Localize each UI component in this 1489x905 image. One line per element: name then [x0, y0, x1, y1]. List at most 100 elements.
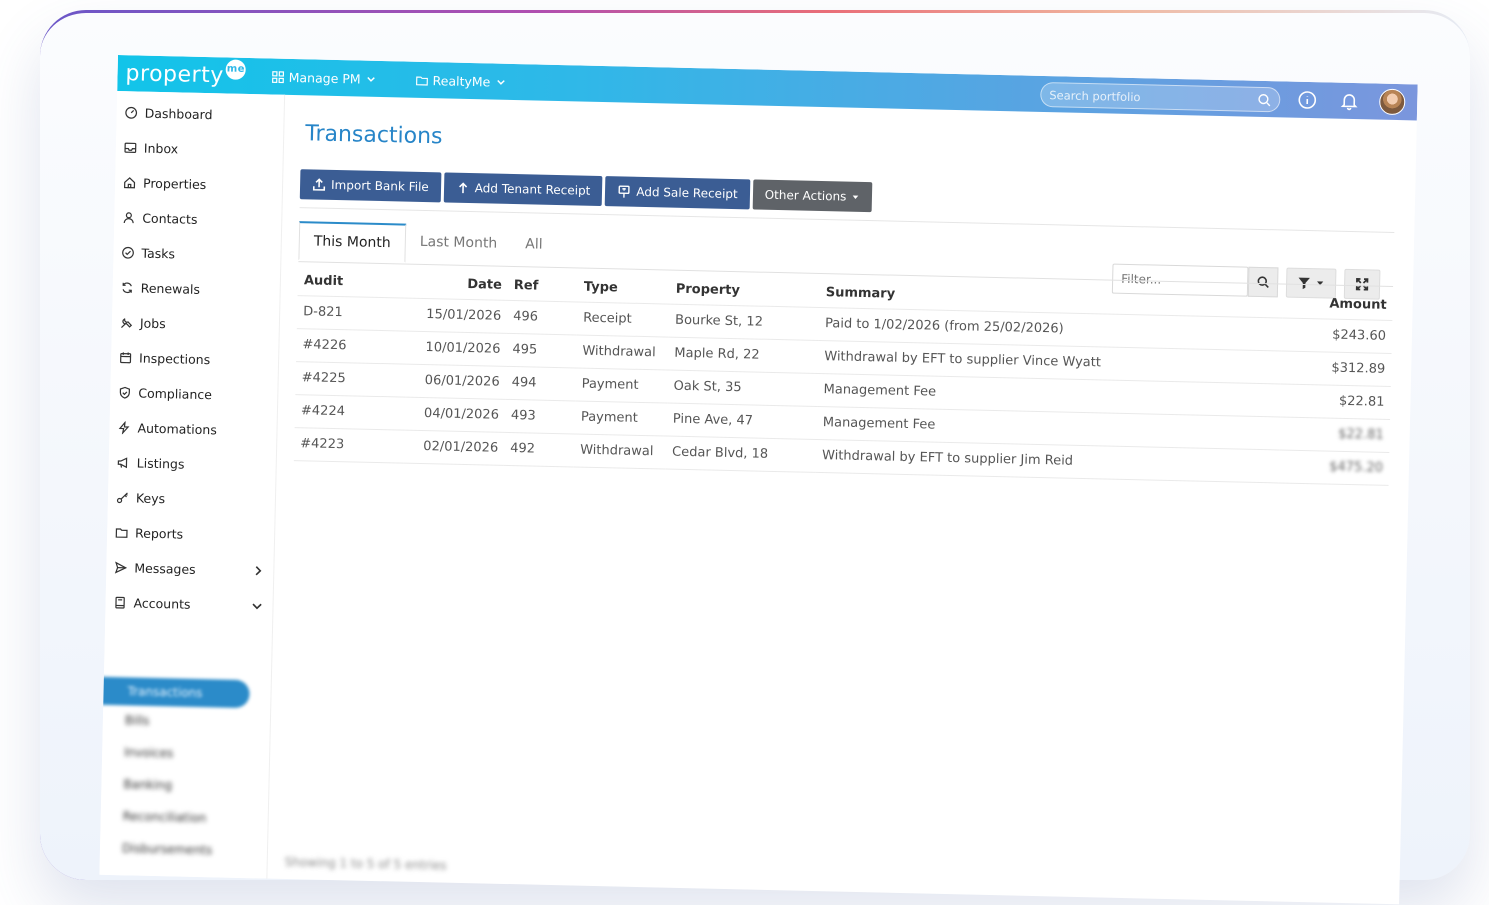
sidebar-item-compliance[interactable]: Compliance [118, 385, 268, 403]
column-header-amount[interactable]: Amount [1282, 289, 1393, 319]
shield-check-icon [119, 386, 131, 399]
other-actions-button[interactable]: Other Actions [752, 179, 873, 213]
person-icon [123, 212, 134, 224]
property-cell[interactable]: Pine Ave, 47 [666, 402, 818, 439]
import-bank-file-label: Import Bank File [330, 177, 429, 195]
sidebar-item-label: Tasks [141, 245, 176, 262]
type-cell: Payment [575, 367, 669, 403]
type-cell: Receipt [576, 301, 670, 337]
ref-cell: 496 [506, 299, 578, 335]
chevron-down-icon [252, 603, 262, 610]
date-cell: 15/01/2026 [406, 297, 508, 333]
sidebar-subitem-invoices[interactable]: Invoices [124, 745, 173, 760]
add-tenant-receipt-button[interactable]: Add Tenant Receipt [443, 172, 603, 207]
tab-this-month[interactable]: This Month [298, 221, 407, 263]
home-icon [123, 177, 136, 189]
sidebar-item-inbox[interactable]: Inbox [124, 140, 274, 158]
table-footer-info: Showing 1 to 5 of 5 entries [284, 854, 447, 873]
app-logo[interactable]: property me [125, 59, 247, 89]
type-cell: Withdrawal [573, 433, 667, 469]
sidebar-item-inspections[interactable]: Inspections [119, 350, 269, 368]
sidebar-item-label: Properties [142, 175, 207, 193]
sidebar-item-label: Jobs [139, 315, 166, 332]
sidebar-item-accounts[interactable]: Accounts [113, 595, 263, 613]
logo-badge: me [225, 59, 247, 80]
sidebar-item-renewals[interactable]: Renewals [121, 280, 271, 298]
column-header-type[interactable]: Type [578, 273, 671, 303]
refresh-icon [122, 282, 132, 294]
megaphone-icon [117, 457, 128, 469]
type-cell: Withdrawal [576, 334, 669, 370]
tab-last-month[interactable]: Last Month [405, 224, 511, 265]
chevron-right-icon [255, 566, 262, 576]
upload-icon [312, 178, 326, 191]
sidebar-subitem-bills[interactable]: Bills [125, 713, 150, 728]
manage-pm-menu[interactable]: Manage PM [272, 69, 378, 86]
import-bank-file-button[interactable]: Import Bank File [299, 169, 442, 203]
info-icon[interactable] [1297, 90, 1317, 110]
property-cell[interactable]: Oak St, 35 [667, 369, 818, 406]
sidebar-item-contacts[interactable]: Contacts [122, 210, 272, 228]
company-label: RealtyMe [432, 72, 491, 89]
sidebar-item-label: Renewals [140, 280, 201, 297]
sidebar-item-tasks[interactable]: Tasks [121, 245, 271, 263]
ref-cell: 492 [503, 431, 575, 467]
sidebar-item-label: Inbox [143, 140, 179, 157]
column-header-audit[interactable]: Audit [298, 267, 409, 297]
amount-cell: $243.60 [1281, 317, 1393, 353]
search-icon[interactable] [1257, 92, 1271, 106]
sidebar-item-label: Reports [134, 525, 184, 542]
lightning-icon [118, 421, 130, 435]
sidebar-subitem-transactions[interactable]: Transactions [99, 676, 250, 709]
column-header-ref[interactable]: Ref [508, 272, 579, 302]
sidebar-subitem-disbursements[interactable]: Disbursements [122, 841, 213, 857]
folder-icon [416, 75, 429, 86]
sidebar-item-messages[interactable]: Messages [114, 560, 264, 578]
sidebar-item-dashboard[interactable]: Dashboard [125, 105, 275, 123]
amount-cell: $22.81 [1280, 383, 1391, 419]
add-sale-receipt-button[interactable]: Add Sale Receipt [605, 176, 751, 210]
sidebar-item-listings[interactable]: Listings [117, 455, 267, 473]
sidebar-subitem-reconciliation[interactable]: Reconciliation [123, 809, 207, 825]
folder-icon [115, 528, 128, 538]
sidebar-item-jobs[interactable]: Jobs [120, 315, 270, 333]
audit-cell: #4223 [293, 427, 405, 463]
property-cell[interactable]: Cedar Blvd, 18 [665, 435, 817, 472]
sidebar-item-automations[interactable]: Automations [117, 420, 267, 438]
sidebar-item-reports[interactable]: Reports [115, 525, 265, 543]
column-header-date[interactable]: Date [408, 270, 509, 300]
type-cell: Payment [574, 400, 668, 436]
company-menu[interactable]: RealtyMe [415, 72, 507, 89]
grid-icon [272, 70, 285, 83]
bell-icon[interactable] [1339, 91, 1359, 111]
ref-cell: 494 [505, 365, 577, 401]
sidebar-item-label: Listings [136, 455, 185, 472]
sidebar-item-label: Contacts [142, 210, 198, 227]
transactions-table: Audit Date Ref Type Property Summary Amo… [293, 267, 1393, 485]
sidebar-item-label: Inspections [138, 350, 211, 368]
sidebar-item-properties[interactable]: Properties [123, 175, 273, 193]
sidebar-item-label: Messages [134, 560, 196, 577]
ref-cell: 493 [504, 398, 576, 434]
portfolio-search [1040, 81, 1281, 113]
logo-text: property [125, 60, 225, 88]
send-icon [114, 561, 128, 574]
property-cell[interactable]: Bourke St, 12 [668, 303, 820, 340]
chevron-down-icon [367, 76, 375, 82]
tab-all[interactable]: All [511, 226, 557, 266]
user-avatar[interactable] [1378, 88, 1406, 116]
caret-down-icon [853, 195, 859, 199]
page-title: Transactions [304, 121, 443, 150]
sidebar-item-keys[interactable]: Keys [116, 490, 266, 508]
sidebar-subitem-banking[interactable]: Banking [123, 777, 172, 792]
key-icon [116, 492, 128, 504]
chevron-down-icon [497, 79, 505, 85]
other-actions-label: Other Actions [764, 187, 847, 204]
column-header-property[interactable]: Property [670, 276, 821, 307]
property-cell[interactable]: Maple Rd, 22 [668, 336, 819, 373]
amount-cell: $22.81 [1279, 416, 1391, 452]
date-cell: 06/01/2026 [405, 363, 507, 399]
arrow-up-icon [458, 182, 467, 194]
calendar-icon [120, 352, 132, 364]
search-input[interactable] [1049, 87, 1258, 107]
